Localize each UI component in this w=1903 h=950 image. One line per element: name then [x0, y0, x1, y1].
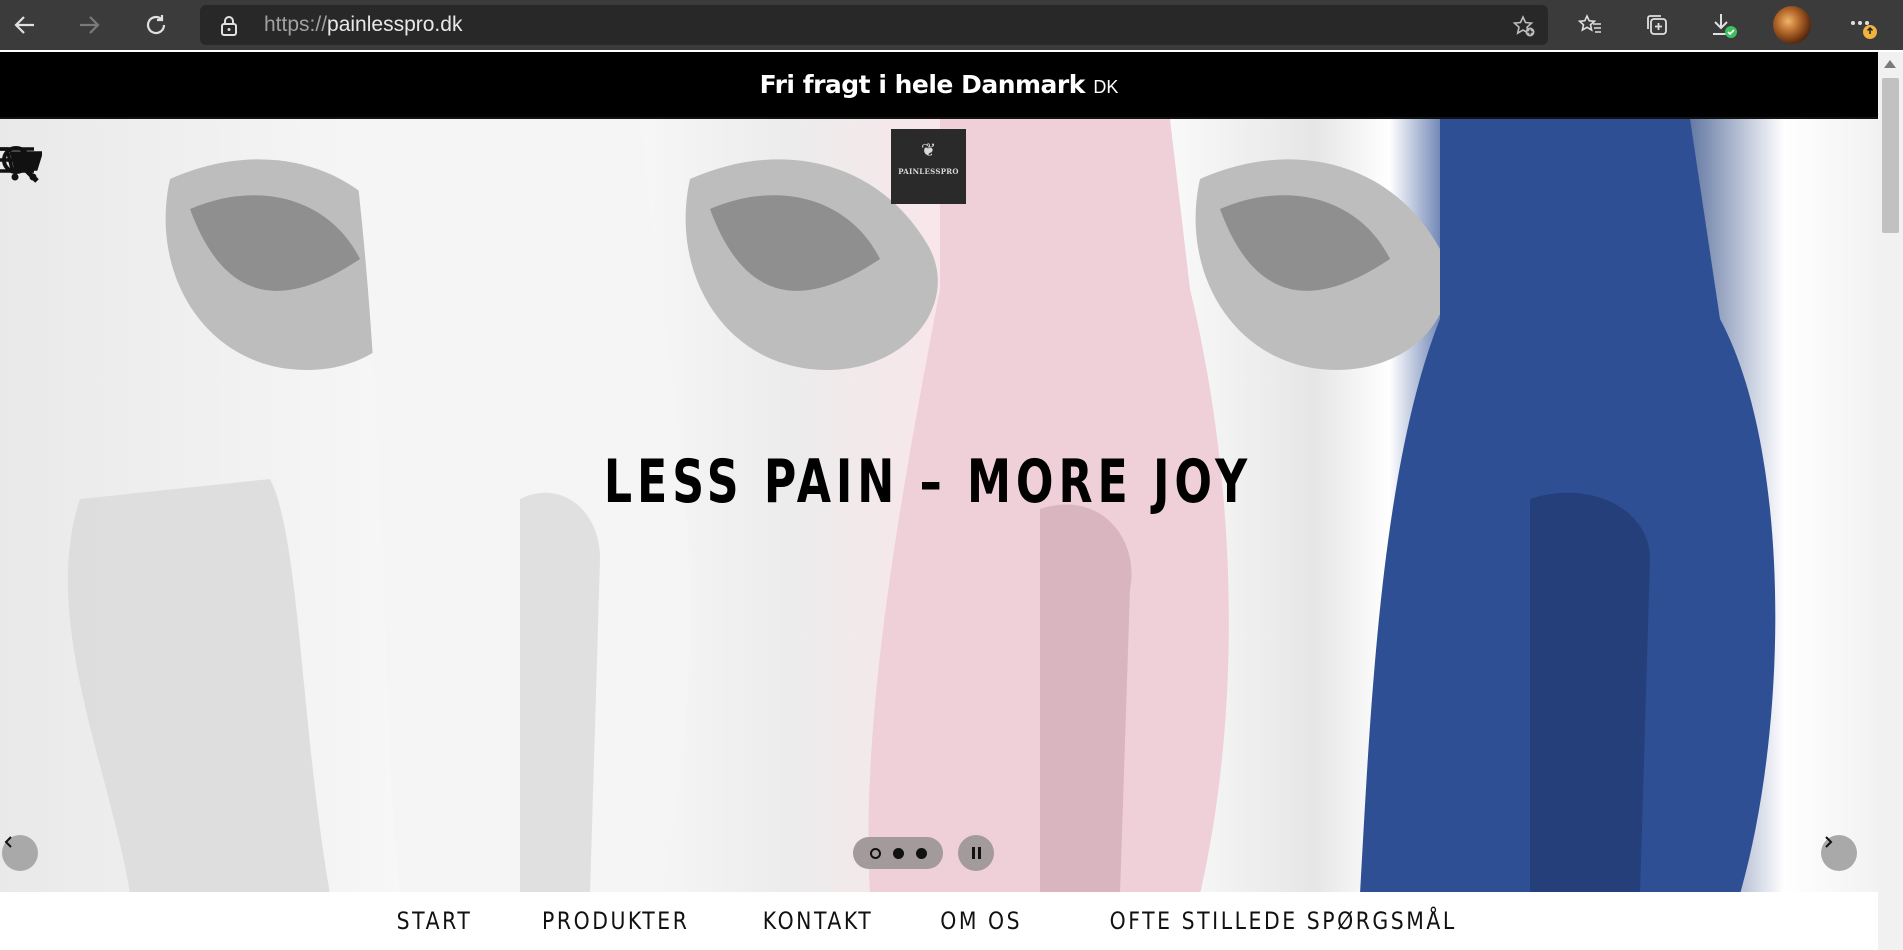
- announcement-sub: DK: [1093, 77, 1119, 97]
- nav-item-start[interactable]: START: [397, 907, 473, 935]
- logo-emblem-icon: ❦: [920, 140, 937, 161]
- hero-slideshow: ❦ PAINLESSPRO LESS PAIN – MORE JOY: [0, 117, 1878, 894]
- add-favorite-icon[interactable]: [1512, 14, 1536, 38]
- pause-icon: [971, 847, 975, 859]
- nav-item-produkter[interactable]: PRODUKTER: [542, 907, 689, 935]
- scroll-up-arrow-icon[interactable]: [1884, 60, 1896, 68]
- chevron-left-icon: [4, 836, 12, 848]
- announcement-text: Fri fragt i hele Danmark: [759, 70, 1086, 99]
- forward-button[interactable]: [72, 8, 106, 42]
- logo-name: PAINLESSPRO: [898, 167, 959, 176]
- favorites-icon: [1577, 14, 1601, 33]
- scrollbar-thumb[interactable]: [1882, 78, 1899, 233]
- address-bar[interactable]: https://painlesspro.dk: [200, 5, 1548, 45]
- download-icon: [1713, 14, 1737, 38]
- back-button[interactable]: [8, 8, 42, 42]
- profile-avatar[interactable]: [1773, 6, 1811, 44]
- back-arrow-icon: [14, 16, 34, 34]
- webpage: Fri fragt i hele Danmark DK ❦ PAINLESSPR…: [0, 52, 1878, 950]
- refresh-button[interactable]: [139, 8, 173, 42]
- main-navigation: START PRODUKTER KONTAKT OM OS OFTE STILL…: [0, 892, 1878, 950]
- nav-item-kontakt[interactable]: KONTAKT: [763, 907, 874, 935]
- settings-more-button[interactable]: [1844, 6, 1878, 40]
- collections-button[interactable]: [1640, 8, 1674, 42]
- nav-item-faq[interactable]: OFTE STILLEDE SPØRGSMÅL: [1110, 907, 1457, 935]
- forward-arrow-icon: [80, 16, 100, 34]
- collections-icon: [1647, 15, 1667, 35]
- slide-dot-3[interactable]: [915, 847, 927, 859]
- url-text: https://painlesspro.dk: [264, 13, 463, 36]
- refresh-icon: [146, 15, 166, 35]
- cart-icon[interactable]: [0, 146, 42, 182]
- slideshow-pause-button[interactable]: [958, 835, 994, 871]
- slide-next-button[interactable]: [1821, 835, 1857, 871]
- downloads-button[interactable]: [1707, 8, 1741, 42]
- lock-icon: [221, 16, 237, 36]
- slide-dot-2[interactable]: [892, 847, 904, 859]
- slide-indicators: [853, 837, 943, 869]
- slide-prev-button[interactable]: [2, 835, 38, 871]
- chevron-right-icon: [1825, 836, 1833, 848]
- nav-item-om-os[interactable]: OM OS: [940, 907, 1022, 935]
- site-logo[interactable]: ❦ PAINLESSPRO: [891, 129, 966, 204]
- more-dots-icon: [1851, 21, 1869, 25]
- favorites-button[interactable]: [1573, 8, 1607, 42]
- browser-toolbar: https://painlesspro.dk: [0, 0, 1903, 50]
- announcement-bar: Fri fragt i hele Danmark DK: [0, 52, 1878, 117]
- slide-dot-1[interactable]: [869, 847, 881, 859]
- hero-title: LESS PAIN – MORE JOY: [603, 447, 1253, 517]
